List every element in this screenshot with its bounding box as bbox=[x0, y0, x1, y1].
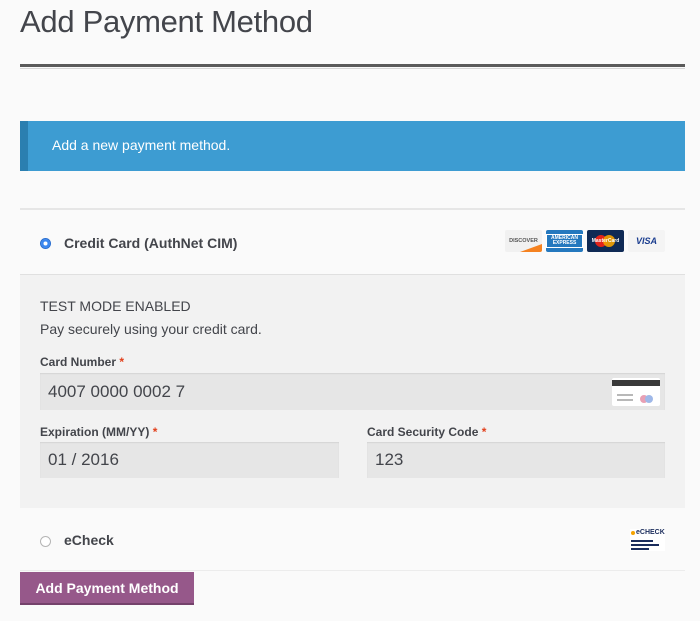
csc-label: Card Security Code * bbox=[367, 425, 486, 439]
mastercard-icon: MasterCard bbox=[587, 230, 624, 252]
csc-input[interactable] bbox=[367, 442, 665, 478]
info-notice-text: Add a new payment method. bbox=[52, 137, 231, 153]
credit-card-icon bbox=[612, 378, 660, 406]
credit-card-form: TEST MODE ENABLED Pay securely using you… bbox=[20, 274, 685, 508]
credit-card-radio[interactable] bbox=[40, 238, 51, 249]
amex-logo-text: AMERICAN EXPRESS bbox=[546, 234, 583, 248]
echeck-radio[interactable] bbox=[40, 536, 51, 547]
mastercard-logo-text: MasterCard bbox=[591, 238, 620, 244]
visa-logo-text: VISA bbox=[635, 236, 657, 246]
expiration-label: Expiration (MM/YY) * bbox=[40, 425, 157, 439]
payment-methods-list: Credit Card (AuthNet CIM) DISCOVER AMERI… bbox=[20, 208, 685, 571]
test-mode-notice: TEST MODE ENABLED bbox=[40, 298, 191, 314]
discover-logo-text: DISCOVER bbox=[509, 238, 538, 244]
echeck-icon: eCHECK bbox=[630, 529, 665, 551]
payment-description: Pay securely using your credit card. bbox=[40, 321, 262, 337]
discover-icon: DISCOVER bbox=[505, 230, 542, 252]
title-divider bbox=[20, 64, 685, 67]
visa-icon: VISA bbox=[628, 230, 665, 252]
echeck-label[interactable]: eCheck bbox=[64, 532, 114, 548]
amex-icon: AMERICAN EXPRESS bbox=[546, 230, 583, 252]
payment-method-credit-card[interactable]: Credit Card (AuthNet CIM) DISCOVER AMERI… bbox=[20, 210, 685, 274]
card-number-label-text: Card Number bbox=[40, 355, 117, 369]
required-marker: * bbox=[152, 425, 158, 439]
card-number-input[interactable] bbox=[40, 373, 665, 410]
required-marker: * bbox=[119, 355, 125, 369]
accepted-cards: DISCOVER AMERICAN EXPRESS MasterCard VIS… bbox=[505, 230, 665, 252]
title-divider-shadow bbox=[20, 68, 685, 69]
page-title: Add Payment Method bbox=[20, 4, 313, 39]
add-payment-method-button[interactable]: Add Payment Method bbox=[20, 572, 194, 603]
credit-card-label[interactable]: Credit Card (AuthNet CIM) bbox=[64, 235, 237, 251]
echeck-logo-text: eCHECK bbox=[636, 529, 665, 536]
info-notice: Add a new payment method. bbox=[20, 121, 685, 171]
payment-method-echeck[interactable]: eCheck eCHECK bbox=[20, 508, 685, 571]
required-marker: * bbox=[481, 425, 487, 439]
card-number-label: Card Number * bbox=[40, 355, 124, 369]
expiration-input[interactable] bbox=[40, 442, 339, 478]
csc-label-text: Card Security Code bbox=[367, 425, 479, 439]
expiration-label-text: Expiration (MM/YY) bbox=[40, 425, 150, 439]
